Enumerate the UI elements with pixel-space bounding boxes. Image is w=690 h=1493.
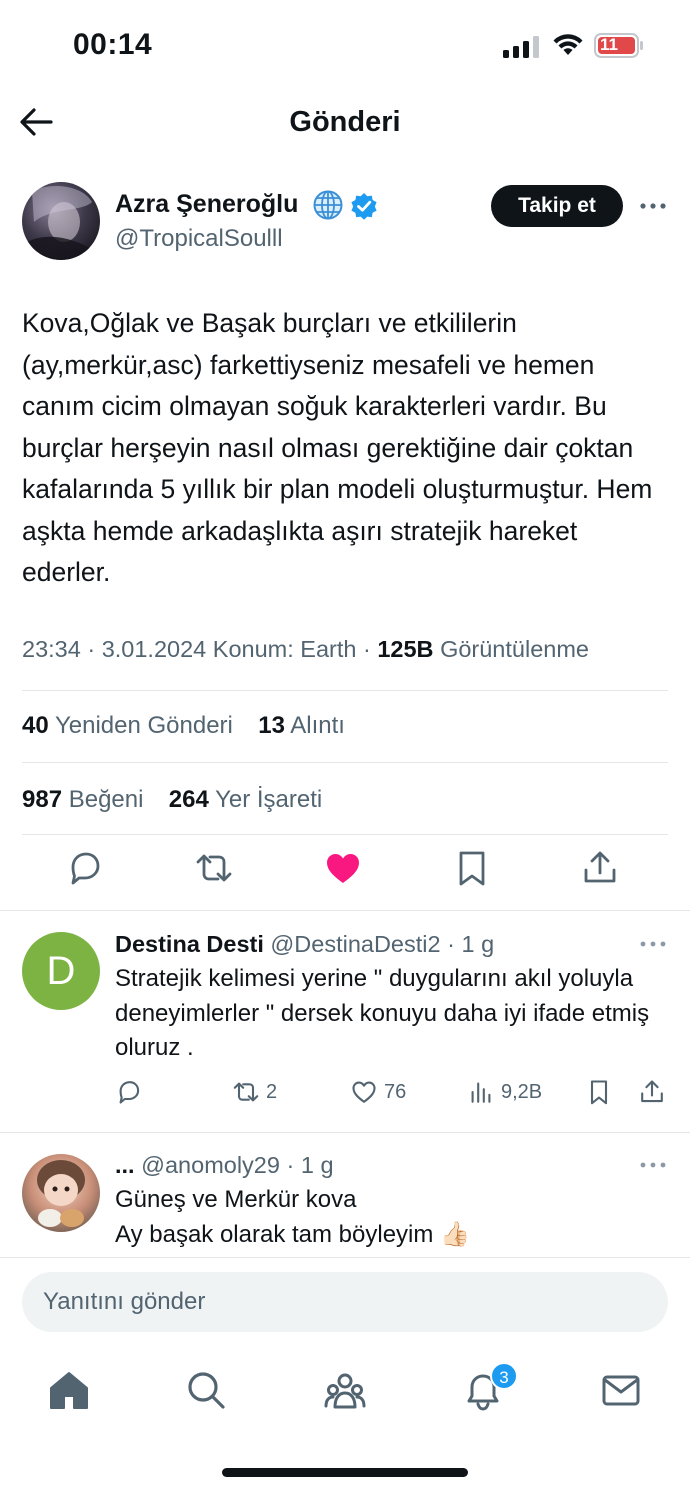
- likes-link[interactable]: 987 Beğeni: [22, 786, 143, 813]
- battery-level: 11: [600, 35, 618, 54]
- reply-handle[interactable]: @anomoly29: [141, 1152, 280, 1178]
- author-handle[interactable]: @TropicalSoulll: [115, 225, 283, 253]
- divider: [22, 762, 668, 763]
- reply-header: ... @anomoly29 · 1 g: [115, 1152, 334, 1179]
- reply-author-name[interactable]: ...: [115, 1152, 135, 1178]
- compose-placeholder: Yanıtını gönder: [43, 1288, 206, 1315]
- bottom-nav: [0, 1360, 690, 1420]
- author-name[interactable]: Azra Şeneroğlu: [115, 190, 298, 219]
- author-avatar[interactable]: [22, 182, 100, 260]
- reply-repost-button[interactable]: 2: [232, 1077, 277, 1107]
- reply-header: Destina Desti @DestinaDesti2 · 1 g: [115, 931, 494, 958]
- reply-views-count: 9,2B: [501, 1080, 543, 1103]
- share-icon: [641, 1080, 663, 1103]
- views-count: 125B: [377, 636, 434, 662]
- search-icon[interactable]: [184, 1368, 228, 1412]
- divider: [0, 1257, 690, 1258]
- reply-text-line: Güneş ve Merkür kova: [115, 1186, 357, 1213]
- reply-text: Stratejik kelimesi yerine " duygularını …: [115, 965, 650, 1061]
- page-title: Gönderi: [289, 106, 401, 138]
- divider: [0, 1132, 690, 1133]
- like-stats: 987 Beğeni 264 Yer İşareti: [22, 786, 322, 814]
- globe-icon: [313, 190, 343, 220]
- reply-icon[interactable]: [65, 848, 105, 888]
- more-options-icon[interactable]: [638, 194, 668, 218]
- top-bar: Gönderi: [0, 92, 690, 156]
- battery-icon: 11: [594, 33, 644, 58]
- reply-avatar[interactable]: D: [22, 932, 100, 1010]
- reply-repost-count: 2: [266, 1080, 278, 1103]
- heart-filled-icon[interactable]: [323, 848, 363, 888]
- reply-bookmark-button[interactable]: [585, 1077, 619, 1107]
- status-time: 00:14: [73, 28, 153, 61]
- quotes-link[interactable]: 13 Alıntı: [258, 712, 345, 739]
- repost-stats: 40 Yeniden Gönderi 13 Alıntı: [22, 712, 345, 740]
- share-icon[interactable]: [580, 848, 620, 888]
- reply-time: · 1 g: [447, 931, 495, 957]
- bookmark-icon: [590, 1080, 608, 1105]
- repost-icon: [233, 1082, 259, 1102]
- divider: [0, 910, 690, 911]
- reply-text: Güneş ve Merkür kova Ay başak olarak tam…: [115, 1183, 675, 1252]
- reply-reply-button[interactable]: [115, 1077, 149, 1107]
- reply-handle[interactable]: @DestinaDesti2: [270, 931, 440, 957]
- post-timestamp-location: 23:34 · 3.01.2024 Konum: Earth ·: [22, 636, 378, 662]
- status-bar: 00:14 11: [0, 0, 690, 92]
- messages-envelope-icon[interactable]: [599, 1368, 643, 1412]
- reply-author-name[interactable]: Destina Desti: [115, 931, 264, 957]
- divider: [22, 834, 668, 835]
- post-actions: [0, 848, 690, 900]
- reply-compose-input[interactable]: Yanıtını gönder: [22, 1272, 668, 1332]
- reply-icon: [119, 1081, 140, 1104]
- reply-like-count: 76: [384, 1080, 407, 1103]
- heart-icon: [352, 1081, 376, 1103]
- reply-like-button[interactable]: 76: [350, 1077, 406, 1107]
- reply-text-line: Ay başak olarak tam böyleyim 👍🏻: [115, 1220, 470, 1248]
- repost-icon[interactable]: [194, 848, 234, 888]
- wifi-icon: [553, 34, 583, 55]
- analytics-icon: [471, 1082, 491, 1103]
- notification-count-badge: 3: [490, 1362, 518, 1390]
- views-label: Görüntülenme: [440, 636, 589, 662]
- post-meta: 23:34 · 3.01.2024 Konum: Earth · 125B Gö…: [22, 636, 589, 663]
- bookmarks-link[interactable]: 264 Yer İşareti: [169, 786, 322, 813]
- divider: [22, 690, 668, 691]
- post-text: Kova,Oğlak ve Başak burçları ve etkilile…: [22, 308, 653, 587]
- more-options-icon[interactable]: [638, 934, 668, 954]
- reply-share-button[interactable]: [638, 1077, 672, 1107]
- home-icon[interactable]: [47, 1368, 91, 1412]
- reply-avatar[interactable]: [22, 1154, 100, 1232]
- reply-time: · 1 g: [286, 1152, 334, 1178]
- more-options-icon[interactable]: [638, 1155, 668, 1175]
- reposts-link[interactable]: 40 Yeniden Gönderi: [22, 712, 233, 739]
- reply-views-button[interactable]: 9,2B: [467, 1077, 542, 1107]
- follow-button[interactable]: Takip et: [491, 185, 623, 227]
- verified-badge-icon: [351, 193, 377, 220]
- cellular-signal-icon: [503, 36, 539, 58]
- home-indicator[interactable]: [222, 1468, 468, 1477]
- communities-icon[interactable]: [323, 1368, 367, 1412]
- bookmark-icon[interactable]: [452, 848, 492, 888]
